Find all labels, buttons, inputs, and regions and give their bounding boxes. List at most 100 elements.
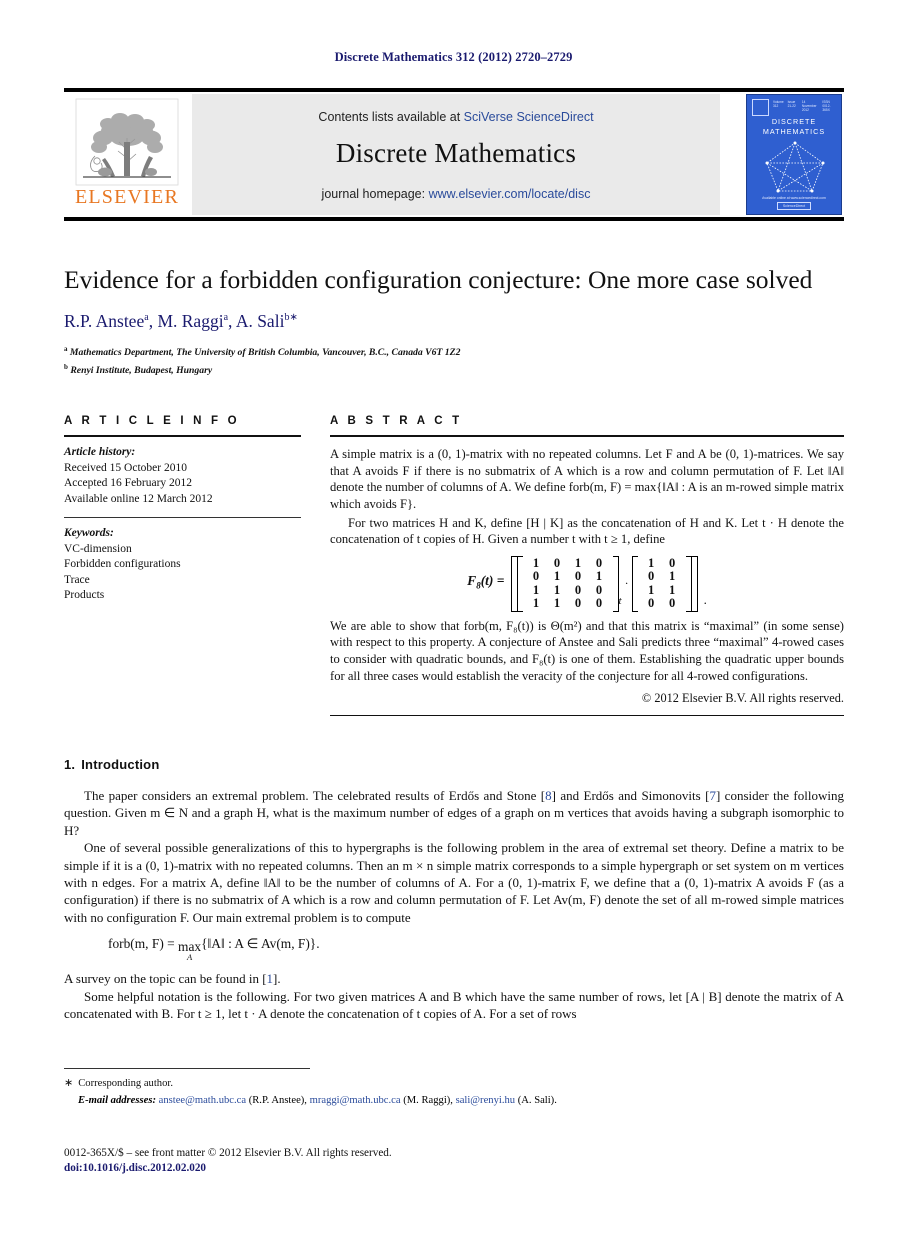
- cover-issn: ISSN 0012-365X: [822, 100, 831, 112]
- masthead-top-rule: [64, 88, 844, 92]
- keywords-rule: [64, 517, 301, 519]
- matrix-cell-r3-c3: 0: [574, 582, 582, 597]
- affiliation-text-b: Renyi Institute, Budapest, Hungary: [70, 365, 213, 377]
- email-sali-owner: (A. Sali).: [515, 1094, 557, 1106]
- email-mraggi[interactable]: mraggi@math.ubc.ca: [310, 1095, 401, 1106]
- abstract-heading: A B S T R A C T: [330, 415, 463, 427]
- intro-p1-part-a: The paper considers an extremal problem.…: [84, 788, 546, 803]
- page-title: Evidence for a forbidden configuration c…: [64, 265, 813, 294]
- matrix-cell-r4-c3: 0: [574, 596, 582, 611]
- journal-cover-thumbnail[interactable]: Volume 312 Issue 21-22 14 November 2012 …: [746, 94, 842, 215]
- email-sali[interactable]: sali@renyi.hu: [456, 1095, 515, 1106]
- contents-prefix: Contents lists available at: [318, 110, 464, 124]
- author-name-3: A. Sali: [235, 310, 285, 331]
- footnote-rule: [64, 1068, 310, 1069]
- cover-volume: Volume 312: [773, 100, 784, 108]
- journal-homepage-line: journal homepage: www.elsevier.com/locat…: [192, 187, 720, 201]
- matrix-cell-r4-c2: 0: [668, 596, 676, 611]
- matrix-cell-r1-c4: 0: [595, 555, 603, 570]
- email-addresses-note: E-mail addresses: anstee@math.ubc.ca (R.…: [78, 1094, 844, 1109]
- doi-link[interactable]: doi:10.1016/j.disc.2012.02.020: [64, 1161, 844, 1176]
- title-block: Evidence for a forbidden configuration c…: [64, 265, 844, 378]
- forb-definition-equation: forb(m, F) = max A {‖A‖ : A ∈ Av(m, F)}.: [108, 935, 844, 961]
- forb-equation-rhs: {‖A‖ : A ∈ Av(m, F)}.: [201, 936, 320, 952]
- abstract-column: A B S T R A C T A simple matrix is a (0,…: [330, 415, 844, 717]
- matrix-cell-r2-c1: 0: [532, 569, 540, 584]
- email-mraggi-owner: (M. Raggi),: [400, 1094, 456, 1106]
- corresponding-author-mark: ∗: [64, 1077, 74, 1089]
- outer-bracket-right: [691, 555, 698, 612]
- affiliation-text-a: Mathematics Department, The University o…: [69, 347, 461, 359]
- matrix-cell-r4-c4: 0: [595, 596, 603, 611]
- article-info-heading: A R T I C L E I N F O: [64, 415, 240, 427]
- abstract-copyright: © 2012 Elsevier B.V. All rights reserved…: [641, 691, 844, 706]
- intro-paragraph-3: A survey on the topic can be found in [1…: [64, 970, 844, 987]
- journal-title: Discrete Mathematics: [335, 138, 577, 168]
- affiliation-list: a Mathematics Department, The University…: [64, 342, 844, 378]
- matrix-cell-r1-c3: 1: [574, 555, 582, 570]
- cover-footer: Available online at www.sciencedirect.co…: [747, 196, 841, 210]
- paper-page: Discrete Mathematics 312 (2012) 2720–272…: [0, 0, 907, 1238]
- matrix-cell-r4-c1: 0: [647, 596, 655, 611]
- cover-title-line2: MATHEMATICS: [762, 127, 826, 136]
- history-received: Received 15 October 2010: [64, 461, 187, 474]
- abstract-paragraph-3: We are able to show that forb(m, F₈(t)) …: [330, 618, 844, 683]
- matrix-cell-r1-c1: 1: [532, 555, 540, 570]
- cover-title-line1: DISCRETE: [771, 117, 817, 126]
- email-anstee-owner: (R.P. Anstee),: [246, 1094, 310, 1106]
- contents-available-line: Contents lists available at SciVerse Sci…: [192, 110, 720, 124]
- matrix-cell-r3-c1: 1: [532, 582, 540, 597]
- matrix-concat-operator: ·: [624, 576, 629, 591]
- intro-paragraph-1: The paper considers an extremal problem.…: [64, 787, 844, 839]
- cover-title: DISCRETE MATHEMATICS: [747, 117, 841, 137]
- intro-paragraph-4: Some helpful notation is the following. …: [64, 988, 844, 1021]
- sciencedirect-link[interactable]: SciVerse ScienceDirect: [464, 110, 594, 124]
- abstract-paragraph-1: A simple matrix is a (0, 1)-matrix with …: [330, 447, 844, 511]
- affiliation-mark-a: a: [64, 344, 68, 353]
- keywords-label: Keywords:: [64, 527, 114, 540]
- keyword-2: Forbidden configurations: [64, 558, 181, 571]
- keywords-block: Keywords: VC-dimension Forbidden configu…: [64, 526, 301, 604]
- corresponding-author-text: Corresponding author.: [78, 1078, 173, 1089]
- author-sep-2: ,: [228, 310, 236, 331]
- running-head: Discrete Mathematics 312 (2012) 2720–272…: [334, 50, 573, 64]
- keyword-4: Products: [64, 589, 105, 602]
- footnote-block: ∗ Corresponding author. E-mail addresses:…: [64, 1068, 844, 1108]
- cover-issue-line: Volume 312 Issue 21-22 14 November 2012 …: [753, 100, 837, 112]
- matrix-cell-r2-c2: 1: [668, 569, 676, 584]
- intro-p3-part-b: ].: [273, 971, 281, 987]
- matrix-cell-r3-c2: 1: [553, 582, 561, 597]
- matrix-cell-r1-c2: 0: [668, 555, 676, 570]
- forb-equation-max: max A: [178, 940, 201, 961]
- introduction-heading: 1. Introduction: [64, 757, 844, 772]
- affiliation-mark-b: b: [64, 363, 68, 372]
- journal-homepage-link[interactable]: www.elsevier.com/locate/disc: [429, 187, 591, 201]
- introduction-section: 1. Introduction The paper considers an ex…: [64, 757, 844, 1022]
- abstract-bottom-rule: [330, 714, 844, 717]
- cover-footer-badge: ScienceDirect: [776, 202, 812, 210]
- author-name-1: R.P. Anstee: [64, 310, 145, 331]
- matrix-lead-arg: (t) =: [480, 573, 505, 589]
- matrix-cell-r2-c3: 0: [574, 569, 582, 584]
- cover-pentagram-graph-icon: [765, 141, 825, 193]
- matrix-cell-r3-c1: 1: [647, 582, 655, 597]
- imprint-front-matter: 0012-365X/$ – see front matter © 2012 El…: [64, 1147, 392, 1159]
- forb-equation-lhs: forb(m, F) =: [108, 936, 175, 952]
- article-history-label: Article history:: [64, 446, 136, 459]
- matrix-cell-r2-c4: 1: [595, 569, 603, 584]
- email-anstee[interactable]: anstee@math.ubc.ca: [159, 1095, 246, 1106]
- author-mark-3: b∗: [284, 312, 298, 323]
- corresponding-author-note: ∗ Corresponding author.: [64, 1076, 844, 1092]
- matrix-cell-r2-c2: 1: [553, 569, 561, 584]
- author-name-2: M. Raggi: [157, 310, 224, 331]
- journal-masthead: ELSEVIER Contents lists available at Sci…: [64, 88, 844, 221]
- matrix-cell-r4-c2: 1: [553, 596, 561, 611]
- matrix-cell-r3-c4: 0: [595, 582, 603, 597]
- introduction-heading-label: Introduction: [81, 757, 160, 772]
- article-info-rule: [64, 435, 301, 438]
- matrix-equation-period: .: [703, 592, 707, 608]
- elsevier-wordmark: ELSEVIER: [74, 186, 180, 208]
- matrix-cell-r1-c2: 0: [553, 555, 561, 570]
- introduction-body: The paper considers an extremal problem.…: [64, 787, 844, 1022]
- max-subscript: A: [186, 951, 193, 962]
